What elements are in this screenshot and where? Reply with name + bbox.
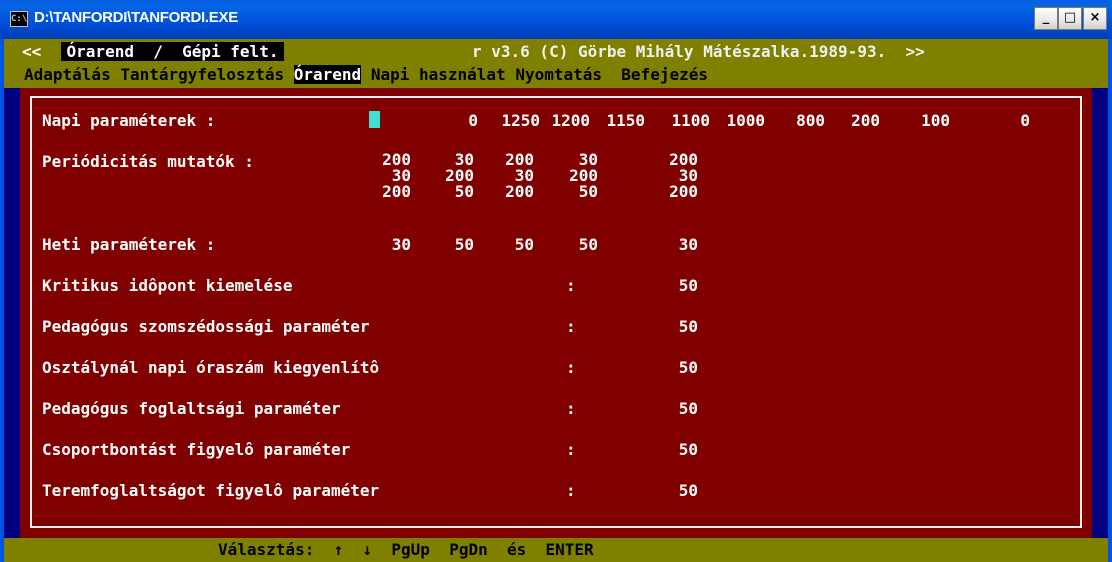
- param-colon: :: [566, 399, 576, 418]
- periodicity-cell[interactable]: 200: [648, 184, 698, 200]
- napi-parameters-label: Napi paraméterek :: [42, 111, 216, 130]
- single-param-label: Teremfoglaltságot figyelô paraméter: [42, 481, 380, 500]
- periodicity-cell[interactable]: 200: [361, 184, 411, 200]
- napi-value-3[interactable]: 1150: [585, 111, 645, 130]
- weekly-parameters-label: Heti paraméterek :: [42, 235, 216, 254]
- napi-value-0[interactable]: 0: [418, 111, 478, 130]
- menu-item-1[interactable]: Tantárgyfelosztás: [120, 65, 284, 84]
- periodicity-label: Periódicitás mutatók :: [42, 152, 254, 171]
- menu-item-0[interactable]: Adaptálás: [24, 65, 111, 84]
- weekly-value-1[interactable]: 50: [414, 235, 474, 254]
- text-cursor: [369, 111, 380, 128]
- napi-value-9[interactable]: 0: [970, 111, 1030, 130]
- weekly-value-3[interactable]: 50: [538, 235, 598, 254]
- menu-item-4[interactable]: Nyomtatás: [515, 65, 602, 84]
- periodicity-cell[interactable]: 50: [424, 184, 474, 200]
- header-copyright: r v3.6 (C) Görbe Mihály Mátészalka.1989-…: [472, 42, 925, 62]
- single-param-label: Osztálynál napi óraszám kiegyenlítô: [42, 358, 380, 377]
- scroll-left-arrow[interactable]: <<: [22, 42, 41, 61]
- single-param-label: Pedagógus foglaltsági paraméter: [42, 399, 341, 418]
- window-title: D:\TANFORDI\TANFORDI.EXE: [34, 9, 238, 26]
- title-bar[interactable]: C:\ D:\TANFORDI\TANFORDI.EXE _ □ ×: [0, 0, 1112, 39]
- menu-item-2[interactable]: Órarend: [293, 65, 362, 84]
- status-bar: Választás: ↑ ↓ PgUp PgDn és ENTER: [4, 538, 1108, 562]
- right-frame: [1092, 88, 1108, 538]
- menu-item-3[interactable]: Napi használat: [371, 65, 506, 84]
- napi-value-8[interactable]: 100: [890, 111, 950, 130]
- param-colon: :: [566, 276, 576, 295]
- weekly-value-2[interactable]: 50: [474, 235, 534, 254]
- single-param-value[interactable]: 50: [638, 358, 698, 377]
- periodicity-cell[interactable]: 200: [484, 184, 534, 200]
- param-colon: :: [566, 440, 576, 459]
- single-param-value[interactable]: 50: [638, 481, 698, 500]
- parameters-panel: Napi paraméterek : 0 1250 1200 1150 1100 1000…: [20, 88, 1092, 538]
- header-line: << Órarend / Gépi felt.: [22, 42, 285, 62]
- param-colon: :: [566, 317, 576, 336]
- menu-item-5[interactable]: Befejezés: [621, 65, 708, 84]
- single-param-label: Csoportbontást figyelô paraméter: [42, 440, 351, 459]
- napi-value-2[interactable]: 1200: [530, 111, 590, 130]
- napi-value-7[interactable]: 200: [820, 111, 880, 130]
- minimize-button[interactable]: _: [1034, 7, 1058, 30]
- weekly-value-4[interactable]: 30: [638, 235, 698, 254]
- single-param-value[interactable]: 50: [638, 399, 698, 418]
- param-colon: :: [566, 358, 576, 377]
- napi-value-5[interactable]: 1000: [705, 111, 765, 130]
- copyright-text: r v3.6 (C) Görbe Mihály Mátészalka.1989-…: [472, 42, 887, 61]
- single-param-label: Pedagógus szomszédossági paraméter: [42, 317, 370, 336]
- single-param-value[interactable]: 50: [638, 276, 698, 295]
- console-area[interactable]: << Órarend / Gépi felt. r v3.6 (C) Görbe…: [4, 39, 1108, 562]
- console-app-icon[interactable]: C:\: [10, 11, 28, 27]
- single-param-value[interactable]: 50: [638, 440, 698, 459]
- param-colon: :: [566, 481, 576, 500]
- napi-value-6[interactable]: 800: [765, 111, 825, 130]
- menu-bar: Adaptálás Tantárgyfelosztás Órarend Napi…: [24, 65, 708, 85]
- key-hint-text: Választás: ↑ ↓ PgUp PgDn és ENTER: [218, 540, 594, 559]
- periodicity-cell[interactable]: 50: [548, 184, 598, 200]
- napi-value-4[interactable]: 1100: [650, 111, 710, 130]
- single-param-value[interactable]: 50: [638, 317, 698, 336]
- console-window: C:\ D:\TANFORDI\TANFORDI.EXE _ □ × << Ór…: [0, 0, 1112, 562]
- left-frame: [4, 88, 20, 538]
- header-title: Órarend / Gépi felt.: [60, 42, 285, 61]
- weekly-value-0[interactable]: 30: [351, 235, 411, 254]
- single-param-label: Kritikus idôpont kiemelése: [42, 276, 293, 295]
- maximize-button[interactable]: □: [1058, 7, 1082, 30]
- close-button[interactable]: ×: [1083, 7, 1107, 30]
- scroll-right-arrow[interactable]: >>: [905, 42, 924, 61]
- menu-area: << Órarend / Gépi felt. r v3.6 (C) Görbe…: [4, 39, 1108, 88]
